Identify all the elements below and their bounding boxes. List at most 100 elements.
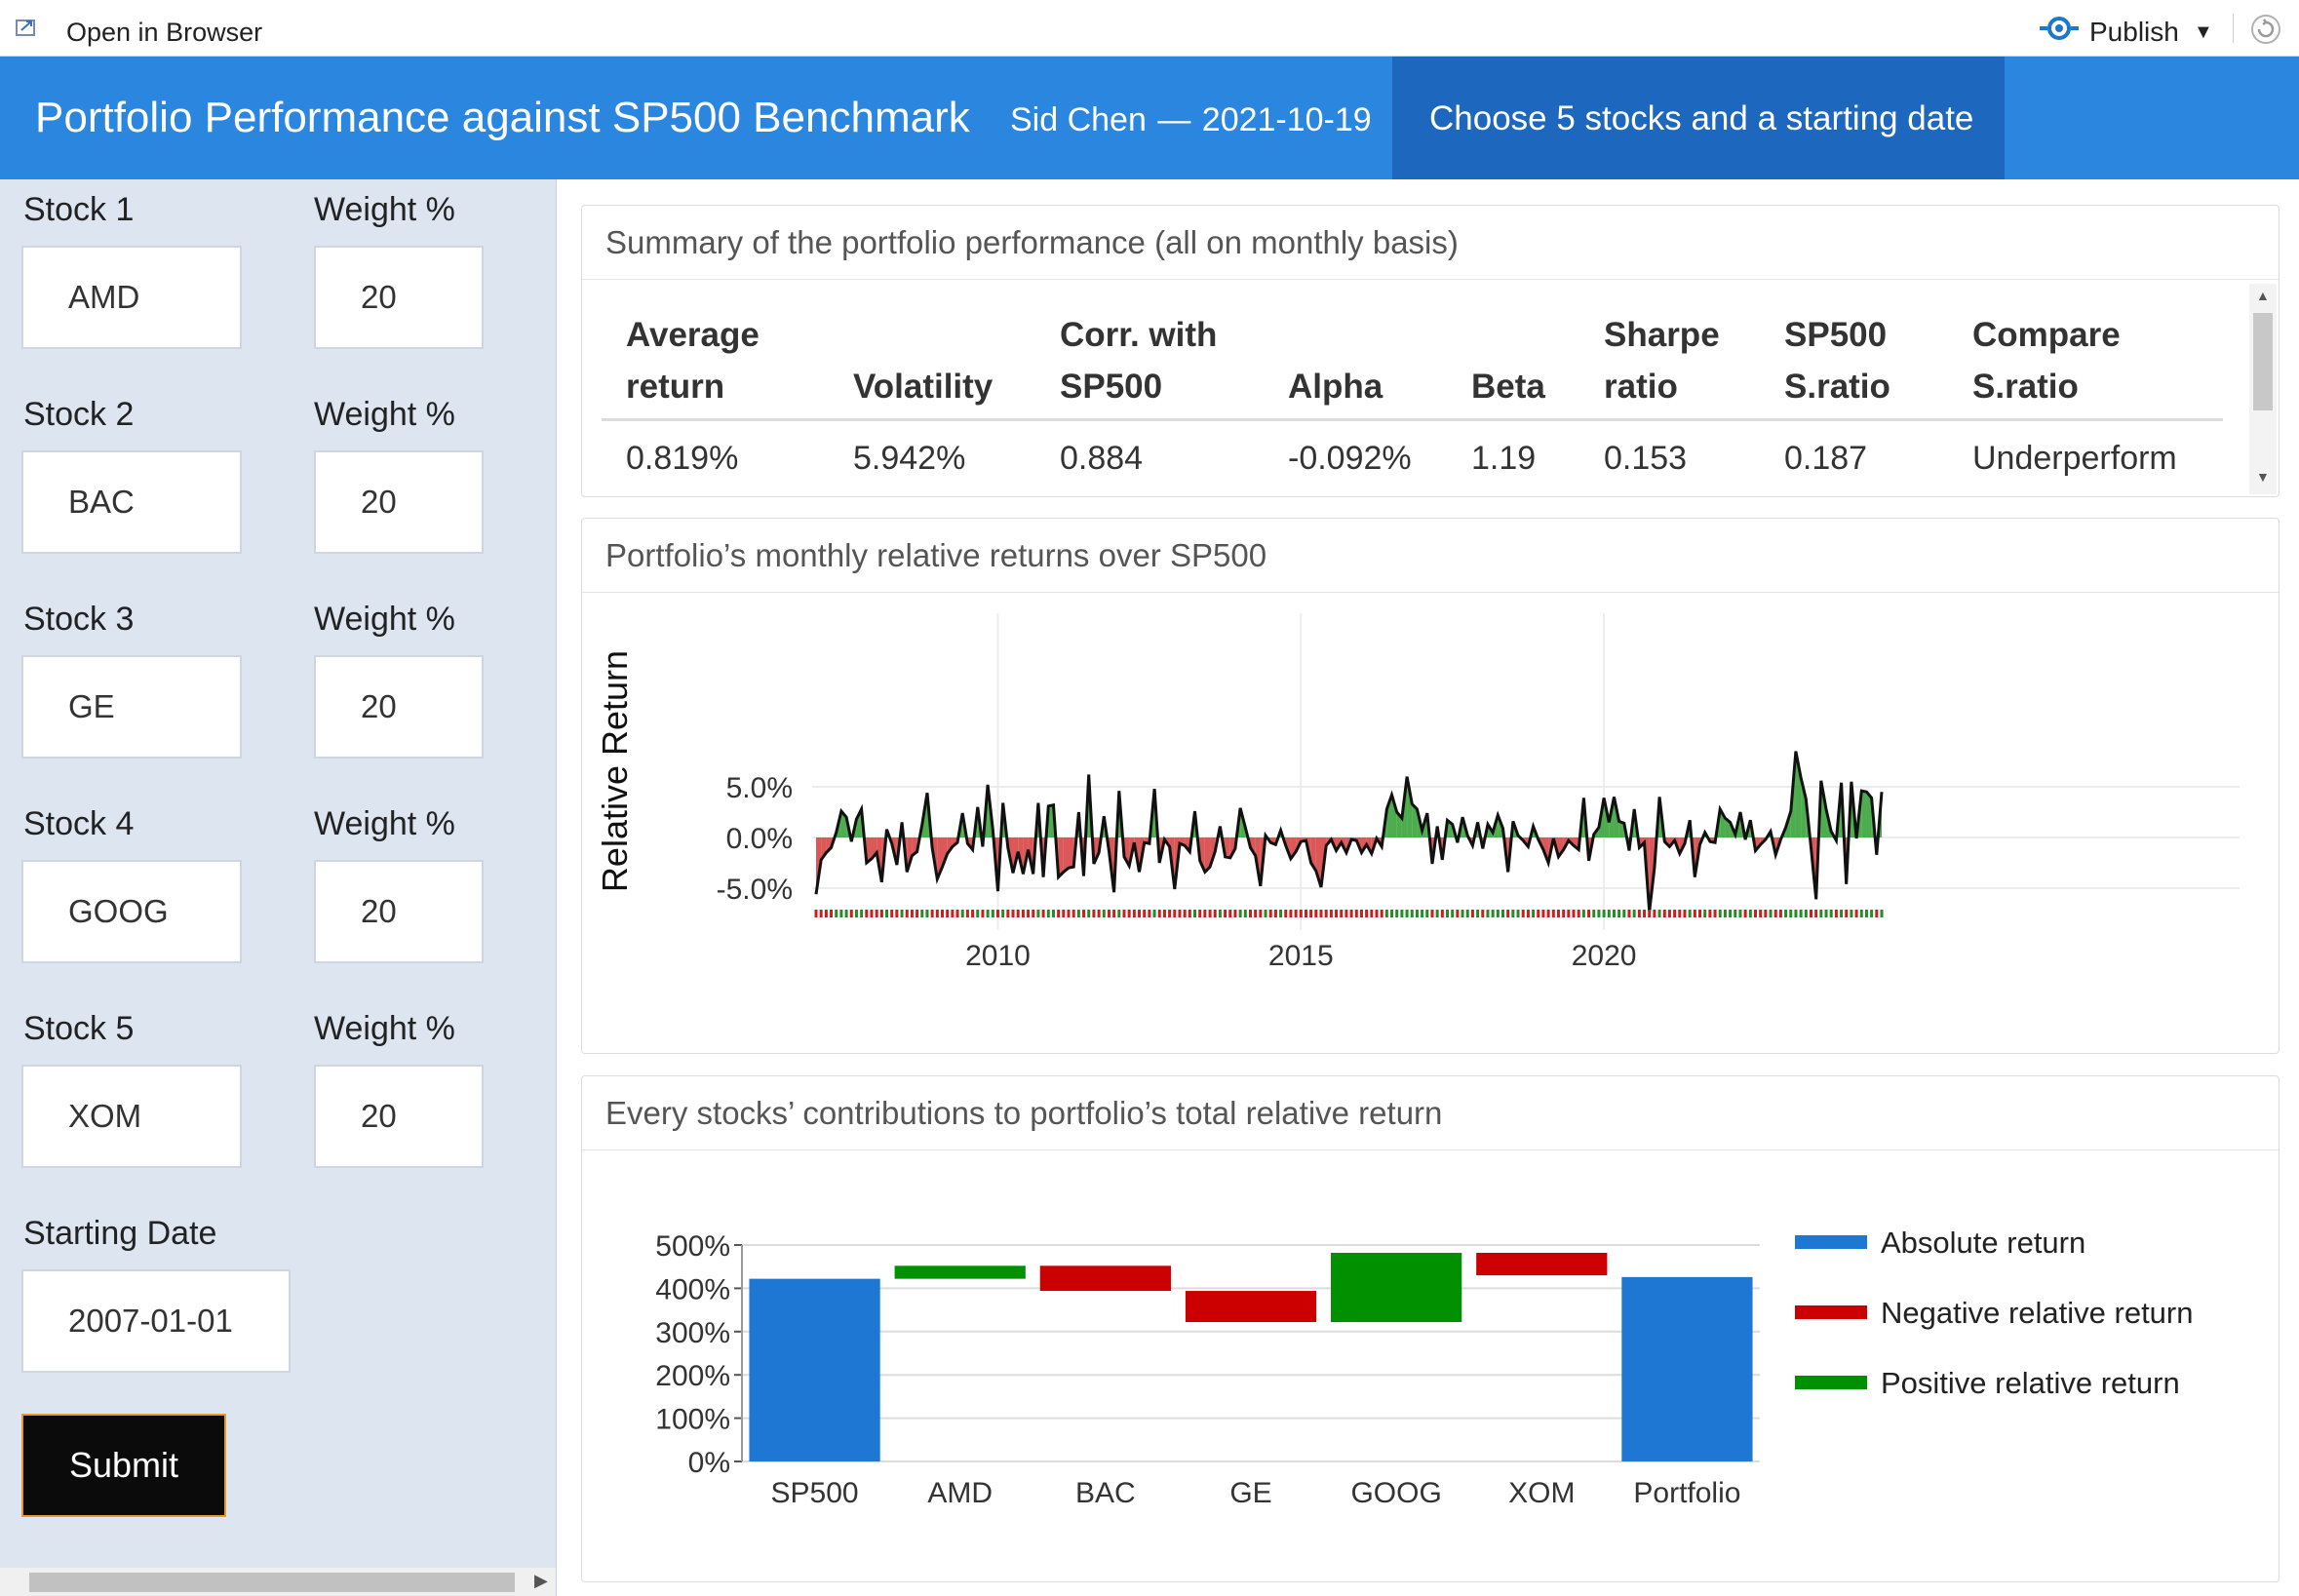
summary-title: Summary of the portfolio performance (al… [582,206,2279,280]
x-tick-label: Portfolio [1633,1477,1740,1509]
weight-1-input[interactable]: 20 [314,246,484,349]
stock-5-label: Stock 5 [23,1010,135,1047]
publish-button[interactable]: Publish [2089,17,2179,48]
stock-1-input[interactable]: AMD [21,246,242,349]
x-tick-label: AMD [927,1477,993,1509]
cell-volatility: 5.942% [853,440,966,477]
stock-3-label: Stock 3 [23,601,135,638]
author-name: Sid Chen [1010,101,1147,138]
header-beta: Beta [1471,368,1545,406]
scrollbar-thumb[interactable] [2253,313,2273,410]
stock-4-input[interactable]: GOOG [21,860,242,963]
legend-label: Negative relative return [1881,1296,2194,1330]
cell-sharpe-ratio: 0.153 [1604,440,1688,477]
app-header: Portfolio Performance against SP500 Benc… [0,57,2299,179]
legend-swatch [1795,1305,1867,1319]
bar-portfolio [1621,1276,1753,1461]
author-date: 2021-10-19 [1201,101,1372,138]
x-tick-label: SP500 [771,1477,859,1509]
stock-3-input[interactable]: GE [21,655,242,759]
bar-bac [1039,1265,1171,1292]
y-tick-label: -5.0% [717,874,793,906]
weight-3-input[interactable]: 20 [314,655,484,759]
x-tick-label: GOOG [1350,1477,1441,1509]
horizontal-scrollbar[interactable]: ▶ [0,1568,556,1596]
bar-amd [894,1265,1026,1279]
bar-goog [1331,1252,1462,1323]
contributions-title: Every stocks’ contributions to portfolio… [582,1076,2279,1150]
y-axis-label: Relative Return [595,650,635,892]
legend-swatch [1795,1376,1867,1389]
y-tick-label: 5.0% [726,772,793,804]
relative-returns-title: Portfolio’s monthly relative returns ove… [582,519,2279,593]
x-tick-label: BAC [1075,1477,1136,1509]
open-in-browser-button[interactable]: Open in Browser [66,18,262,48]
scrollbar-thumb[interactable] [29,1573,515,1592]
bar-xom [1476,1252,1608,1276]
y-tick-label: 0% [688,1447,730,1479]
header-sharpe-ratio: Sharpe ratio [1604,316,1720,406]
stock-2-label: Stock 2 [23,396,135,433]
x-tick-label: XOM [1508,1477,1575,1509]
chevron-down-icon[interactable]: ▼ [2194,21,2213,44]
refresh-icon[interactable] [2248,12,2283,47]
table-vertical-scrollbar[interactable]: ▲ ▼ [2249,284,2277,494]
legend-label: Positive relative return [1881,1366,2180,1400]
ide-toolbar: Open in Browser Publish ▼ [0,0,2299,57]
stock-4-label: Stock 4 [23,805,135,842]
weight-5-label: Weight % [314,1010,455,1047]
scroll-right-icon[interactable]: ▶ [534,1571,548,1591]
weight-5-input[interactable]: 20 [314,1065,484,1168]
header-sp500-sratio: SP500 S.ratio [1784,316,1890,406]
sidebar: Stock 1 Weight % AMD 20 Stock 2 Weight %… [0,179,557,1596]
cell-beta: 1.19 [1471,440,1537,477]
table-divider [602,418,2223,421]
x-tick-label: 2010 [965,940,1031,972]
relative-returns-chart: 5.0% 0.0% -5.0% 2010 2015 2020 Relative Retur… [595,613,2240,972]
x-tick-label: 2015 [1268,940,1334,972]
submit-button[interactable]: Submit [21,1414,226,1517]
cell-alpha: -0.092% [1288,440,1412,477]
open-in-browser-icon[interactable] [16,18,37,37]
y-tick-label: 400% [655,1273,730,1305]
legend-swatch [1795,1235,1867,1249]
stock-1-label: Stock 1 [23,191,135,228]
tab-choose-stocks-label: Choose 5 stocks and a starting date [1429,99,1974,137]
y-tick-label: 300% [655,1317,730,1349]
contributions-chart: 500% 400% 300% 200% 100% 0% SP500 AMD BAC GE GOOG X… [655,1226,2194,1509]
header-alpha: Alpha [1288,368,1383,406]
cell-corr-sp500: 0.884 [1060,440,1144,477]
header-average-return: Average return [626,316,760,406]
weight-4-input[interactable]: 20 [314,860,484,963]
y-tick-label: 500% [655,1230,730,1263]
cell-sp500-sratio: 0.187 [1784,440,1868,477]
x-tick-label: 2020 [1572,940,1637,972]
tab-choose-stocks[interactable]: Choose 5 stocks and a starting date [1392,57,2005,179]
page-title: Portfolio Performance against SP500 Benc… [35,94,970,141]
weight-2-label: Weight % [314,396,455,433]
relative-returns-panel: Portfolio’s monthly relative returns ove… [581,518,2280,1054]
header-corr-sp500: Corr. with SP500 [1060,316,1218,406]
bar-ge [1185,1291,1317,1323]
stock-2-input[interactable]: BAC [21,450,242,554]
stock-5-input[interactable]: XOM [21,1065,242,1168]
cell-average-return: 0.819% [626,440,739,477]
scroll-down-icon[interactable]: ▼ [2256,469,2270,485]
weight-1-label: Weight % [314,191,455,228]
starting-date-label: Starting Date [23,1215,217,1252]
weight-4-label: Weight % [314,805,455,842]
scroll-up-icon[interactable]: ▲ [2256,288,2270,303]
bar-sp500 [749,1278,880,1461]
contributions-panel: Every stocks’ contributions to portfolio… [581,1075,2280,1582]
y-tick-label: 0.0% [726,823,793,855]
toolbar-divider [2233,14,2234,43]
header-compare-sratio: Compare S.ratio [1972,316,2121,406]
weight-2-input[interactable]: 20 [314,450,484,554]
positive-area [1861,791,1867,837]
summary-panel: Summary of the portfolio performance (al… [581,205,2280,497]
x-tick-label: GE [1229,1477,1271,1509]
publish-icon[interactable] [2038,14,2081,43]
header-volatility: Volatility [853,368,994,406]
y-tick-label: 100% [655,1404,730,1436]
starting-date-input[interactable]: 2007-01-01 [21,1269,291,1373]
